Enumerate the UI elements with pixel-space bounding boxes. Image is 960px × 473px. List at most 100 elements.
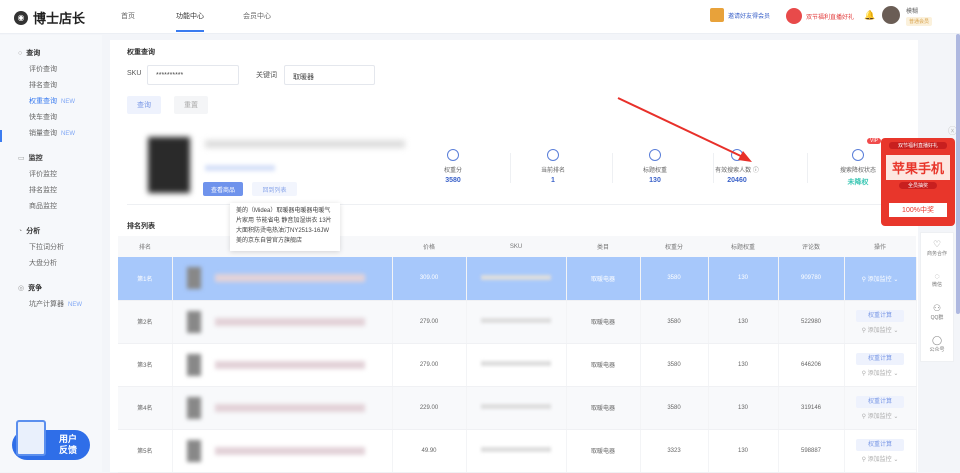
business-button[interactable]: ♡ 商务合作 — [921, 233, 953, 265]
table-row[interactable]: 第1名 309.00 取暖电器 3580 130 909780 ⚲ 添加监控 ⌄ — [118, 257, 917, 301]
product-shop-blurred — [205, 165, 275, 171]
price-cell: 279.00 — [392, 343, 467, 387]
stat-weight-score: 权重分 3580 — [413, 149, 493, 184]
group-title: 查询 — [26, 50, 41, 57]
label: 微信 — [931, 282, 942, 288]
right-float-panel: ♡ 商务合作 ◌ 微信 ⚇ QQ群 ◯ 公众号 — [920, 232, 954, 362]
sidebar-item-review-query[interactable]: 评价查询 — [29, 64, 57, 74]
weight-calc-button[interactable]: 权重计算 — [856, 309, 904, 322]
logo-text: 博士店长 — [33, 11, 86, 26]
table-row[interactable]: 第2名 279.00 取暖电器 3580 130 522980 权重计算 ⚲ 添加… — [118, 300, 917, 344]
sku-blurred — [481, 318, 551, 323]
sku-input[interactable]: ********** — [147, 65, 239, 85]
handshake-icon: ♡ — [932, 239, 942, 249]
price-cell: 309.00 — [392, 257, 467, 301]
rank-list-title: 排名列表 — [127, 223, 155, 230]
sidebar-item-express-query[interactable]: 快车查询 — [29, 112, 57, 122]
weight-calc-button[interactable]: 权重计算 — [856, 352, 904, 365]
add-monitor-button[interactable]: ⚲ 添加监控 ⌄ — [862, 414, 899, 420]
weight-calc-button[interactable]: 权重计算 — [856, 395, 904, 408]
weight-calc-button[interactable]: 权重计算 — [856, 438, 904, 451]
stat-search-users: 有效搜索人数 ⓘ 20460 — [697, 149, 777, 184]
sidebar-item-calculator[interactable]: 坑产计算器 NEW — [29, 299, 82, 309]
product-cell[interactable] — [172, 257, 393, 301]
keyword-input[interactable]: 取暖器 — [284, 65, 375, 85]
ad-top-text: 双节福利直播好礼 — [889, 142, 947, 149]
product-cell[interactable] — [172, 343, 393, 387]
sku-cell — [466, 343, 567, 387]
product-cell[interactable] — [172, 429, 393, 473]
avatar[interactable] — [882, 6, 900, 24]
wechat-button[interactable]: ◌ 微信 — [921, 265, 953, 297]
table-row[interactable]: 第5名 49.90 取暖电器 3323 130 598887 权重计算 ⚲ 添加监… — [118, 429, 917, 473]
feedback-button[interactable]: 用户反馈 — [12, 420, 90, 460]
compete-icon: ◎ — [18, 285, 25, 292]
sidebar-item-market-analysis[interactable]: 大盘分析 — [29, 258, 57, 268]
comments-cell: 909780 — [778, 257, 845, 301]
back-to-list-button[interactable]: 回到列表 — [252, 182, 297, 196]
monitor-label: 添加监控 — [867, 370, 892, 377]
sidebar-item-weight-query[interactable]: 权重查询 NEW — [29, 96, 75, 106]
item-label: 销量查询 — [29, 130, 57, 137]
monitor-label: 添加监控 — [867, 276, 892, 283]
rank-cell: 第3名 — [118, 343, 173, 387]
group-monitor: ▭ 监控 — [18, 153, 43, 163]
add-monitor-button[interactable]: ⚲ 添加监控 ⌄ — [862, 277, 899, 283]
sidebar-item-rank-monitor[interactable]: 排名监控 — [29, 185, 57, 195]
info-icon[interactable]: ⓘ — [753, 168, 759, 174]
product-tooltip: 美的（Midea）取暖器电暖器电暖气片家用 节能省电 静音加湿烘衣 13片大面积… — [230, 203, 340, 251]
product-image[interactable] — [148, 137, 190, 193]
sidebar-item-dropdown-analysis[interactable]: 下拉词分析 — [29, 242, 64, 252]
actions-cell: 权重计算 ⚲ 添加监控 ⌄ — [844, 300, 917, 344]
weight-cell: 3580 — [640, 257, 709, 301]
actions-cell: ⚲ 添加监控 ⌄ — [844, 257, 917, 301]
view-product-button[interactable]: 查看商品 — [203, 182, 243, 196]
nav-home[interactable]: 首页 — [121, 11, 135, 21]
divider — [807, 153, 808, 183]
product-title-blurred — [205, 140, 405, 148]
live-text: 双节福利直播好礼 — [806, 14, 855, 21]
sku-blurred — [481, 361, 551, 366]
sidebar-item-product-monitor[interactable]: 商品监控 — [29, 201, 57, 211]
product-cell[interactable] — [172, 300, 393, 344]
category-cell: 取暖电器 — [566, 429, 641, 473]
stat-value: 3580 — [445, 177, 461, 184]
table-row[interactable]: 第3名 279.00 取暖电器 3580 130 646206 权重计算 ⚲ 添加… — [118, 343, 917, 387]
label: 商务合作 — [926, 251, 947, 257]
price-cell: 279.00 — [392, 300, 467, 344]
product-cell[interactable] — [172, 386, 393, 430]
query-button[interactable]: 查询 — [127, 96, 161, 114]
logo[interactable]: ◉ 博士店长 — [14, 8, 85, 27]
group-compete: ◎ 竞争 — [18, 283, 42, 293]
table-row[interactable]: 第4名 229.00 取暖电器 3580 130 319146 权重计算 ⚲ 添加… — [118, 386, 917, 430]
stat-value: 1 — [551, 177, 555, 184]
sku-cell — [466, 429, 567, 473]
reset-button[interactable]: 重置 — [174, 96, 208, 114]
nav-features[interactable]: 功能中心 — [176, 11, 204, 32]
bell-icon[interactable]: 🔔 — [864, 10, 875, 21]
actions-cell: 权重计算 ⚲ 添加监控 ⌄ — [844, 386, 917, 430]
invite-promo[interactable]: 邀请好友得会员 — [710, 8, 770, 22]
weight-cell: 3323 — [640, 429, 709, 473]
weight-cell: 3580 — [640, 300, 709, 344]
add-monitor-button[interactable]: ⚲ 添加监控 ⌄ — [862, 371, 899, 377]
lottery-ad[interactable]: 双节福利直播好礼 苹果手机 全员抽奖 100%中奖 ⓧ — [881, 126, 957, 226]
sku-cell — [466, 300, 567, 344]
sidebar-item-review-monitor[interactable]: 评价监控 — [29, 169, 57, 179]
sidebar-item-rank-query[interactable]: 排名查询 — [29, 80, 57, 90]
official-account-button[interactable]: ◯ 公众号 — [921, 329, 953, 361]
member-badge[interactable]: 普通会员 — [906, 17, 933, 26]
add-monitor-button[interactable]: ⚲ 添加监控 ⌄ — [862, 328, 899, 334]
nav-member[interactable]: 会员中心 — [243, 11, 271, 21]
scrollbar[interactable] — [956, 34, 960, 314]
title-weight-cell: 130 — [708, 300, 779, 344]
active-indicator — [0, 130, 2, 142]
stat-label: 权重分 — [443, 168, 462, 174]
qq-group-button[interactable]: ⚇ QQ群 — [921, 297, 953, 329]
add-monitor-button[interactable]: ⚲ 添加监控 ⌄ — [862, 457, 899, 463]
product-info-blurred — [214, 360, 365, 369]
stat-current-rank: 当前排名 1 — [513, 149, 593, 184]
sidebar-item-sales-query[interactable]: 销量查询 NEW — [29, 128, 75, 138]
live-promo[interactable]: 双节福利直播好礼 — [786, 8, 854, 24]
column-header: 标题权重 — [708, 236, 778, 257]
